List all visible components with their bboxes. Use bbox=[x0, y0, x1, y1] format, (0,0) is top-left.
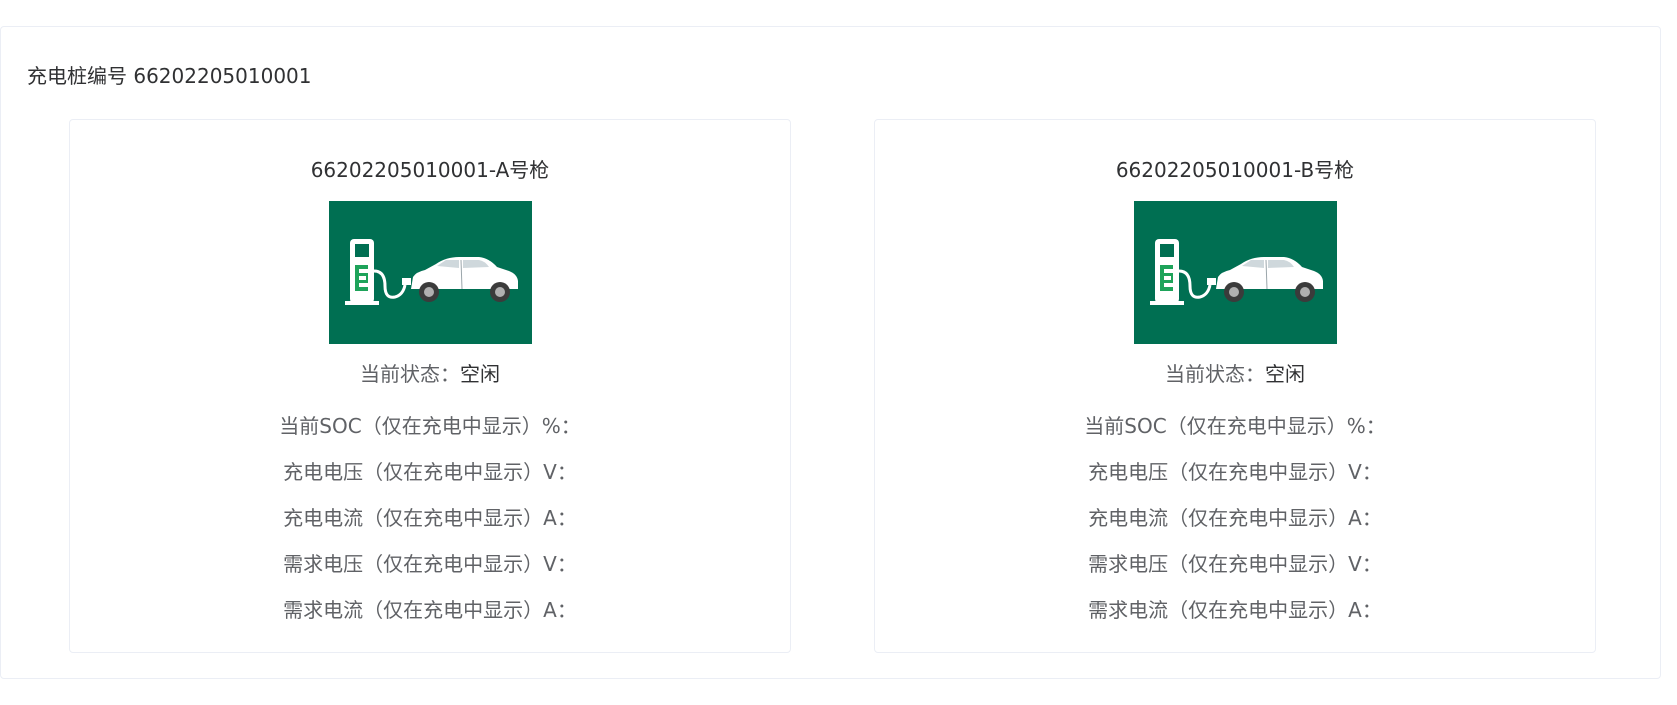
current-status: 当前状态：空闲 bbox=[70, 358, 790, 387]
metric-list: 当前SOC（仅在充电中显示）%： 充电电压（仅在充电中显示）V： 充电电流（仅在… bbox=[875, 403, 1595, 633]
metric-charging-current: 充电电流（仅在充电中显示）A： bbox=[283, 506, 577, 530]
metric-demand-current: 需求电流（仅在充电中显示）A： bbox=[283, 598, 577, 622]
metric-soc: 当前SOC（仅在充电中显示）%： bbox=[1084, 414, 1386, 438]
metric-demand-voltage: 需求电压（仅在充电中显示）V： bbox=[1088, 552, 1382, 576]
status-label: 当前状态： bbox=[360, 362, 460, 386]
status-value: 空闲 bbox=[1265, 362, 1305, 386]
status-value: 空闲 bbox=[460, 362, 500, 386]
metric-charging-voltage: 充电电压（仅在充电中显示）V： bbox=[283, 460, 577, 484]
metric-list: 当前SOC（仅在充电中显示）%： 充电电压（仅在充电中显示）V： 充电电流（仅在… bbox=[70, 403, 790, 633]
metric-demand-current: 需求电流（仅在充电中显示）A： bbox=[1088, 598, 1382, 622]
gun-card-b: 66202205010001-B号枪 当前状态：空闲 当前SOC（仅在充电中显示… bbox=[874, 119, 1596, 653]
metric-demand-voltage: 需求电压（仅在充电中显示）V： bbox=[283, 552, 577, 576]
gun-card-a: 66202205010001-A号枪 当前状态：空闲 当前SOC（仅在充电中显示… bbox=[69, 119, 791, 653]
status-label: 当前状态： bbox=[1165, 362, 1265, 386]
metric-charging-current: 充电电流（仅在充电中显示）A： bbox=[1088, 506, 1382, 530]
gun-title: 66202205010001-A号枪 bbox=[310, 158, 550, 182]
ev-charging-car-icon bbox=[1134, 201, 1337, 344]
pile-number-title: 充电桩编号 66202205010001 bbox=[27, 64, 312, 88]
metric-charging-voltage: 充电电压（仅在充电中显示）V： bbox=[1088, 460, 1382, 484]
current-status: 当前状态：空闲 bbox=[875, 358, 1595, 387]
ev-charging-car-icon bbox=[329, 201, 532, 344]
gun-title: 66202205010001-B号枪 bbox=[1115, 158, 1355, 182]
metric-soc: 当前SOC（仅在充电中显示）%： bbox=[279, 414, 581, 438]
